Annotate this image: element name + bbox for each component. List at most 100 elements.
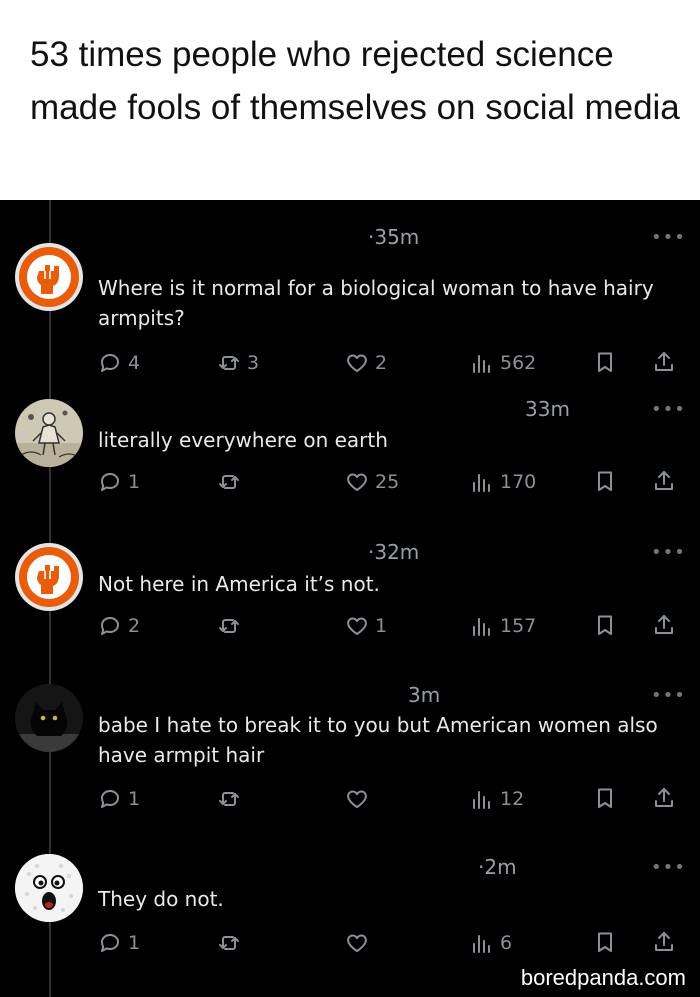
reply-count: 1 <box>128 471 141 493</box>
tweet-item: ·35m ••• Where is it normal for a biologic… <box>0 223 700 380</box>
repost-button[interactable] <box>217 786 241 812</box>
reply-count: 1 <box>128 932 141 954</box>
bookmark-button[interactable] <box>593 469 617 495</box>
tweet-text: literally everywhere on earth <box>98 428 388 452</box>
watermark: boredpanda.com <box>520 965 686 990</box>
avatar-sketch-figure[interactable] <box>15 399 83 467</box>
share-button[interactable] <box>652 350 676 376</box>
avatar-golf-ball-face[interactable] <box>15 854 83 922</box>
views-count: 562 <box>500 352 537 374</box>
like-button[interactable]: 1 <box>345 613 387 639</box>
reply-button[interactable]: 1 <box>98 930 140 956</box>
share-icon <box>655 615 673 634</box>
tweet-item: 3m ••• babe I hate to break it to you but … <box>0 683 700 816</box>
like-button[interactable] <box>345 930 369 956</box>
like-icon <box>347 473 367 491</box>
repost-button[interactable] <box>217 930 241 956</box>
tweet-timestamp[interactable]: ·2m <box>478 855 517 879</box>
bookmark-icon <box>598 932 612 952</box>
like-count: 2 <box>375 352 388 374</box>
reply-count: 2 <box>128 615 141 637</box>
tweet-text: Where is it normal for a biological woma… <box>98 276 654 330</box>
tweet-item: ·32m ••• Not here in America it’s not. 2 1 15… <box>0 540 700 643</box>
repost-count: 3 <box>247 352 260 374</box>
repost-icon <box>219 619 239 633</box>
reply-count: 4 <box>128 352 141 374</box>
like-icon <box>347 354 367 372</box>
repost-icon <box>219 356 239 370</box>
article-title: 53 times people who rejected science mad… <box>30 35 680 127</box>
views-icon <box>473 355 490 373</box>
like-button[interactable] <box>345 786 369 812</box>
views-button[interactable]: 12 <box>470 786 524 812</box>
like-count: 1 <box>375 615 388 637</box>
share-button[interactable] <box>652 930 676 956</box>
tweet-timestamp[interactable]: ·32m <box>368 540 419 564</box>
views-icon <box>473 474 490 492</box>
reply-button[interactable]: 1 <box>98 786 140 812</box>
share-icon <box>655 471 673 490</box>
bookmark-icon <box>598 471 612 491</box>
views-count: 157 <box>500 615 537 637</box>
views-button[interactable]: 6 <box>470 930 512 956</box>
tweet-timestamp[interactable]: 33m <box>525 397 570 421</box>
bookmark-button[interactable] <box>593 786 617 812</box>
views-icon <box>473 618 490 636</box>
more-options-icon[interactable]: ••• <box>651 859 686 877</box>
views-icon <box>473 791 490 809</box>
repost-icon <box>219 475 239 489</box>
share-icon <box>655 788 673 807</box>
more-options-icon[interactable]: ••• <box>651 687 686 705</box>
bookmark-icon <box>598 788 612 808</box>
like-icon <box>347 790 367 808</box>
views-button[interactable]: 562 <box>470 350 536 376</box>
bookmark-button[interactable] <box>593 613 617 639</box>
repost-button[interactable]: 3 <box>217 350 259 376</box>
views-button[interactable]: 157 <box>470 613 536 639</box>
reply-icon <box>101 473 119 491</box>
tweet-text: Not here in America it’s not. <box>98 572 380 596</box>
share-button[interactable] <box>652 786 676 812</box>
more-options-icon[interactable]: ••• <box>651 544 686 562</box>
repost-button[interactable] <box>217 613 241 639</box>
tweet-item: 33m ••• literally everywhere on earth 1 25 17… <box>0 397 700 499</box>
views-count: 170 <box>500 471 537 493</box>
views-button[interactable]: 170 <box>470 469 536 495</box>
reply-button[interactable]: 1 <box>98 469 140 495</box>
tweet-text: They do not. <box>98 887 224 911</box>
tweet-thread: ·35m ••• Where is it normal for a biologic… <box>0 200 700 997</box>
tweet-text: babe I hate to break it to you but Ameri… <box>98 713 658 767</box>
avatar-fist-logo[interactable] <box>15 543 83 611</box>
bookmark-icon <box>598 352 612 372</box>
avatar-fist-logo[interactable] <box>15 243 83 311</box>
avatar-black-cat[interactable] <box>15 684 83 752</box>
more-options-icon[interactable]: ••• <box>651 229 686 247</box>
tweet-item: ·2m ••• They do not. 1 6 <box>0 854 700 960</box>
bookmark-button[interactable] <box>593 350 617 376</box>
bookmark-icon <box>598 615 612 635</box>
bookmark-button[interactable] <box>593 930 617 956</box>
repost-icon <box>219 936 239 950</box>
reply-icon <box>101 354 119 372</box>
views-icon <box>473 935 490 953</box>
reply-button[interactable]: 2 <box>98 613 140 639</box>
repost-button[interactable] <box>217 469 241 495</box>
share-icon <box>655 352 673 371</box>
like-button[interactable]: 25 <box>345 469 399 495</box>
tweet-timestamp[interactable]: 3m <box>408 683 440 707</box>
repost-icon <box>219 792 239 806</box>
article-header: 53 times people who rejected science mad… <box>0 0 700 200</box>
share-button[interactable] <box>652 613 676 639</box>
reply-button[interactable]: 4 <box>98 350 140 376</box>
share-icon <box>655 932 673 951</box>
like-icon <box>347 934 367 952</box>
more-options-icon[interactable]: ••• <box>651 401 686 419</box>
share-button[interactable] <box>652 469 676 495</box>
like-icon <box>347 617 367 635</box>
views-count: 12 <box>500 788 525 810</box>
reply-count: 1 <box>128 788 141 810</box>
reply-icon <box>101 934 119 952</box>
tweet-timestamp[interactable]: ·35m <box>368 225 419 249</box>
like-button[interactable]: 2 <box>345 350 387 376</box>
like-count: 25 <box>375 471 400 493</box>
